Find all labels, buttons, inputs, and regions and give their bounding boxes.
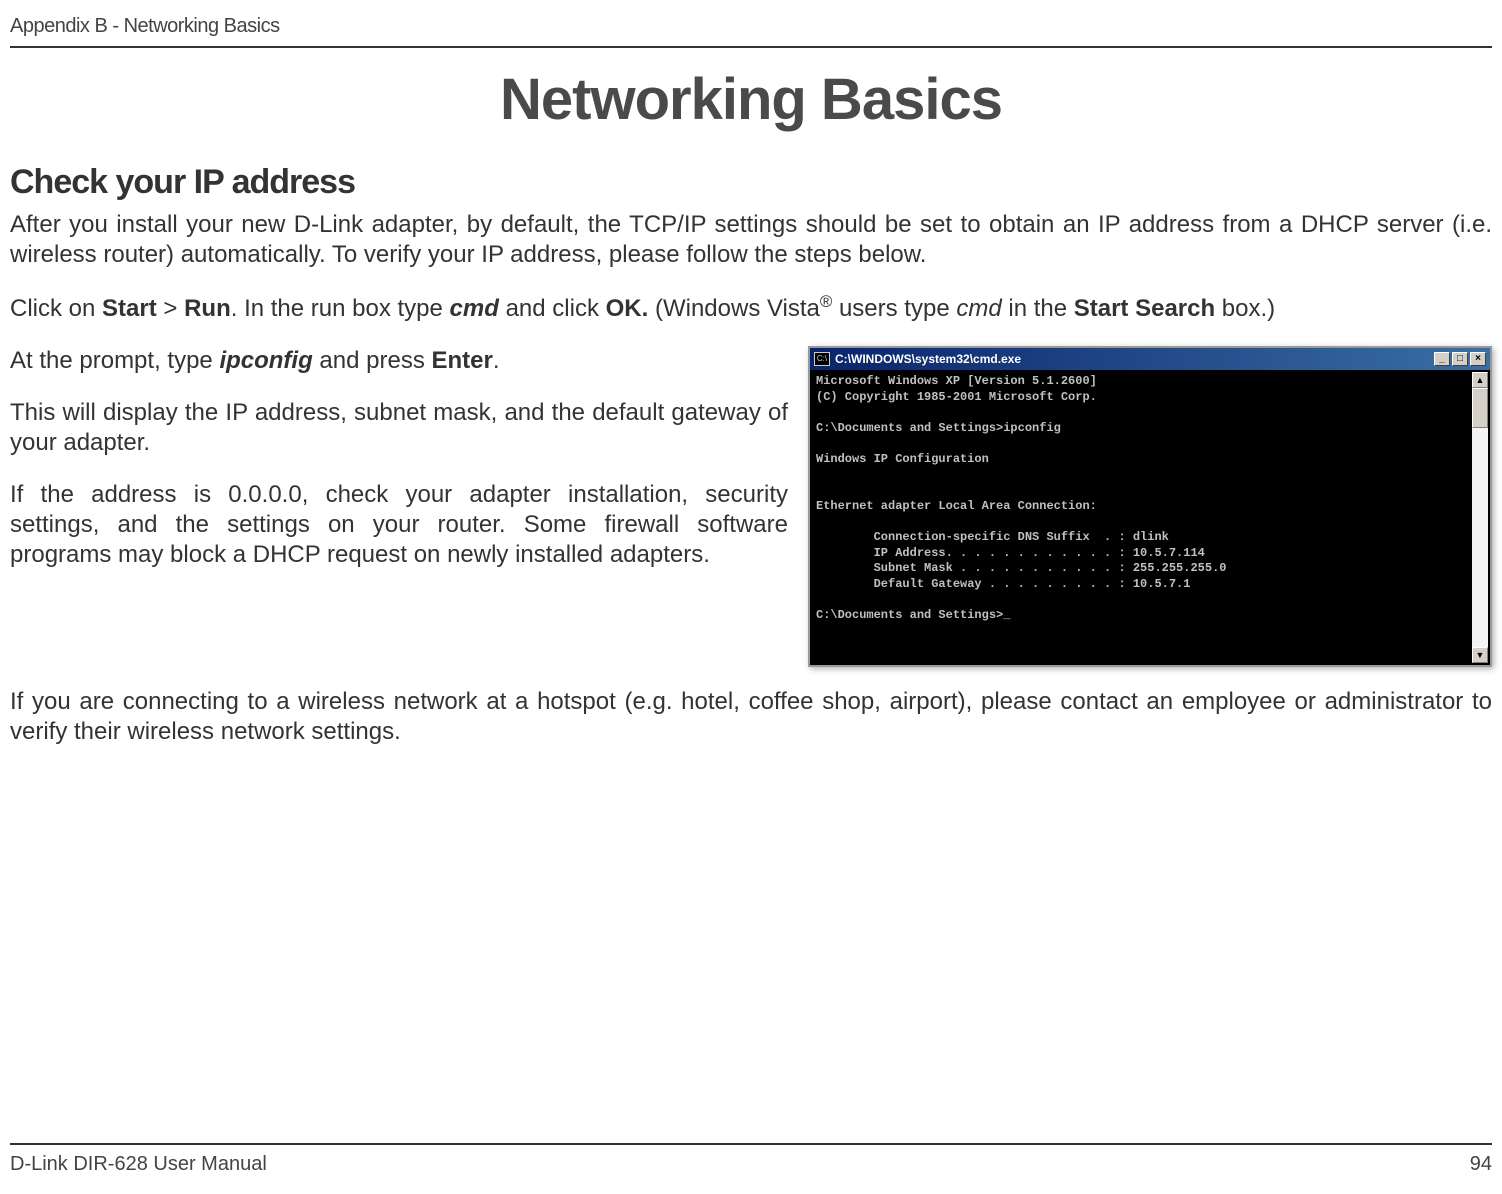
minimize-button[interactable]: _: [1434, 352, 1450, 366]
ipconfig-bold-italic: ipconfig: [219, 347, 312, 374]
content-with-screenshot: C:\ C:\WINDOWS\system32\cmd.exe _ □ × Mi…: [10, 346, 1492, 747]
text-fragment: and click: [499, 295, 606, 322]
footer-page-number: 94: [1470, 1153, 1492, 1176]
text-fragment: . In the run box type: [231, 295, 450, 322]
registered-mark: ®: [820, 292, 832, 311]
text-fragment: in the: [1002, 295, 1074, 322]
cmd-bold-italic: cmd: [450, 295, 499, 322]
enter-bold: Enter: [432, 347, 493, 374]
cmd-icon: C:\: [814, 352, 830, 366]
text-fragment: >: [157, 295, 184, 322]
header-appendix: Appendix B - Networking Basics: [10, 15, 1492, 48]
ok-bold: OK.: [606, 295, 649, 322]
footer-manual-name: D-Link DIR-628 User Manual: [10, 1153, 267, 1176]
scroll-down-arrow-icon[interactable]: ▼: [1472, 647, 1488, 663]
scroll-up-arrow-icon[interactable]: ▲: [1472, 372, 1488, 388]
start-bold: Start: [102, 295, 157, 322]
page-title: Networking Basics: [10, 66, 1492, 133]
text-fragment: (Windows Vista: [648, 295, 820, 322]
cmd-title-text: C:\WINDOWS\system32\cmd.exe: [835, 352, 1434, 366]
text-fragment: Click on: [10, 295, 102, 322]
cmd-italic: cmd: [956, 295, 1001, 322]
page-footer: D-Link DIR-628 User Manual 94: [10, 1143, 1492, 1176]
window-buttons: _ □ ×: [1434, 352, 1486, 366]
text-fragment: .: [493, 347, 500, 374]
text-fragment: box.): [1215, 295, 1275, 322]
text-fragment: users type: [832, 295, 956, 322]
start-search-bold: Start Search: [1074, 295, 1215, 322]
section-heading-check-ip: Check your IP address: [10, 163, 1492, 202]
intro-paragraph: After you install your new D-Link adapte…: [10, 210, 1492, 270]
run-bold: Run: [184, 295, 231, 322]
scrollbar-thumb[interactable]: [1472, 388, 1488, 428]
cmd-titlebar: C:\ C:\WINDOWS\system32\cmd.exe _ □ ×: [810, 348, 1490, 370]
hotspot-paragraph: If you are connecting to a wireless netw…: [10, 677, 1492, 747]
cmd-output: Microsoft Windows XP [Version 5.1.2600] …: [810, 370, 1490, 651]
close-button[interactable]: ×: [1470, 352, 1486, 366]
cmd-window-screenshot: C:\ C:\WINDOWS\system32\cmd.exe _ □ × Mi…: [808, 346, 1492, 667]
maximize-button[interactable]: □: [1452, 352, 1468, 366]
click-start-paragraph: Click on Start > Run. In the run box typ…: [10, 292, 1492, 324]
vertical-scrollbar[interactable]: ▲ ▼: [1472, 372, 1488, 663]
text-fragment: At the prompt, type: [10, 347, 219, 374]
text-fragment: and press: [313, 347, 432, 374]
